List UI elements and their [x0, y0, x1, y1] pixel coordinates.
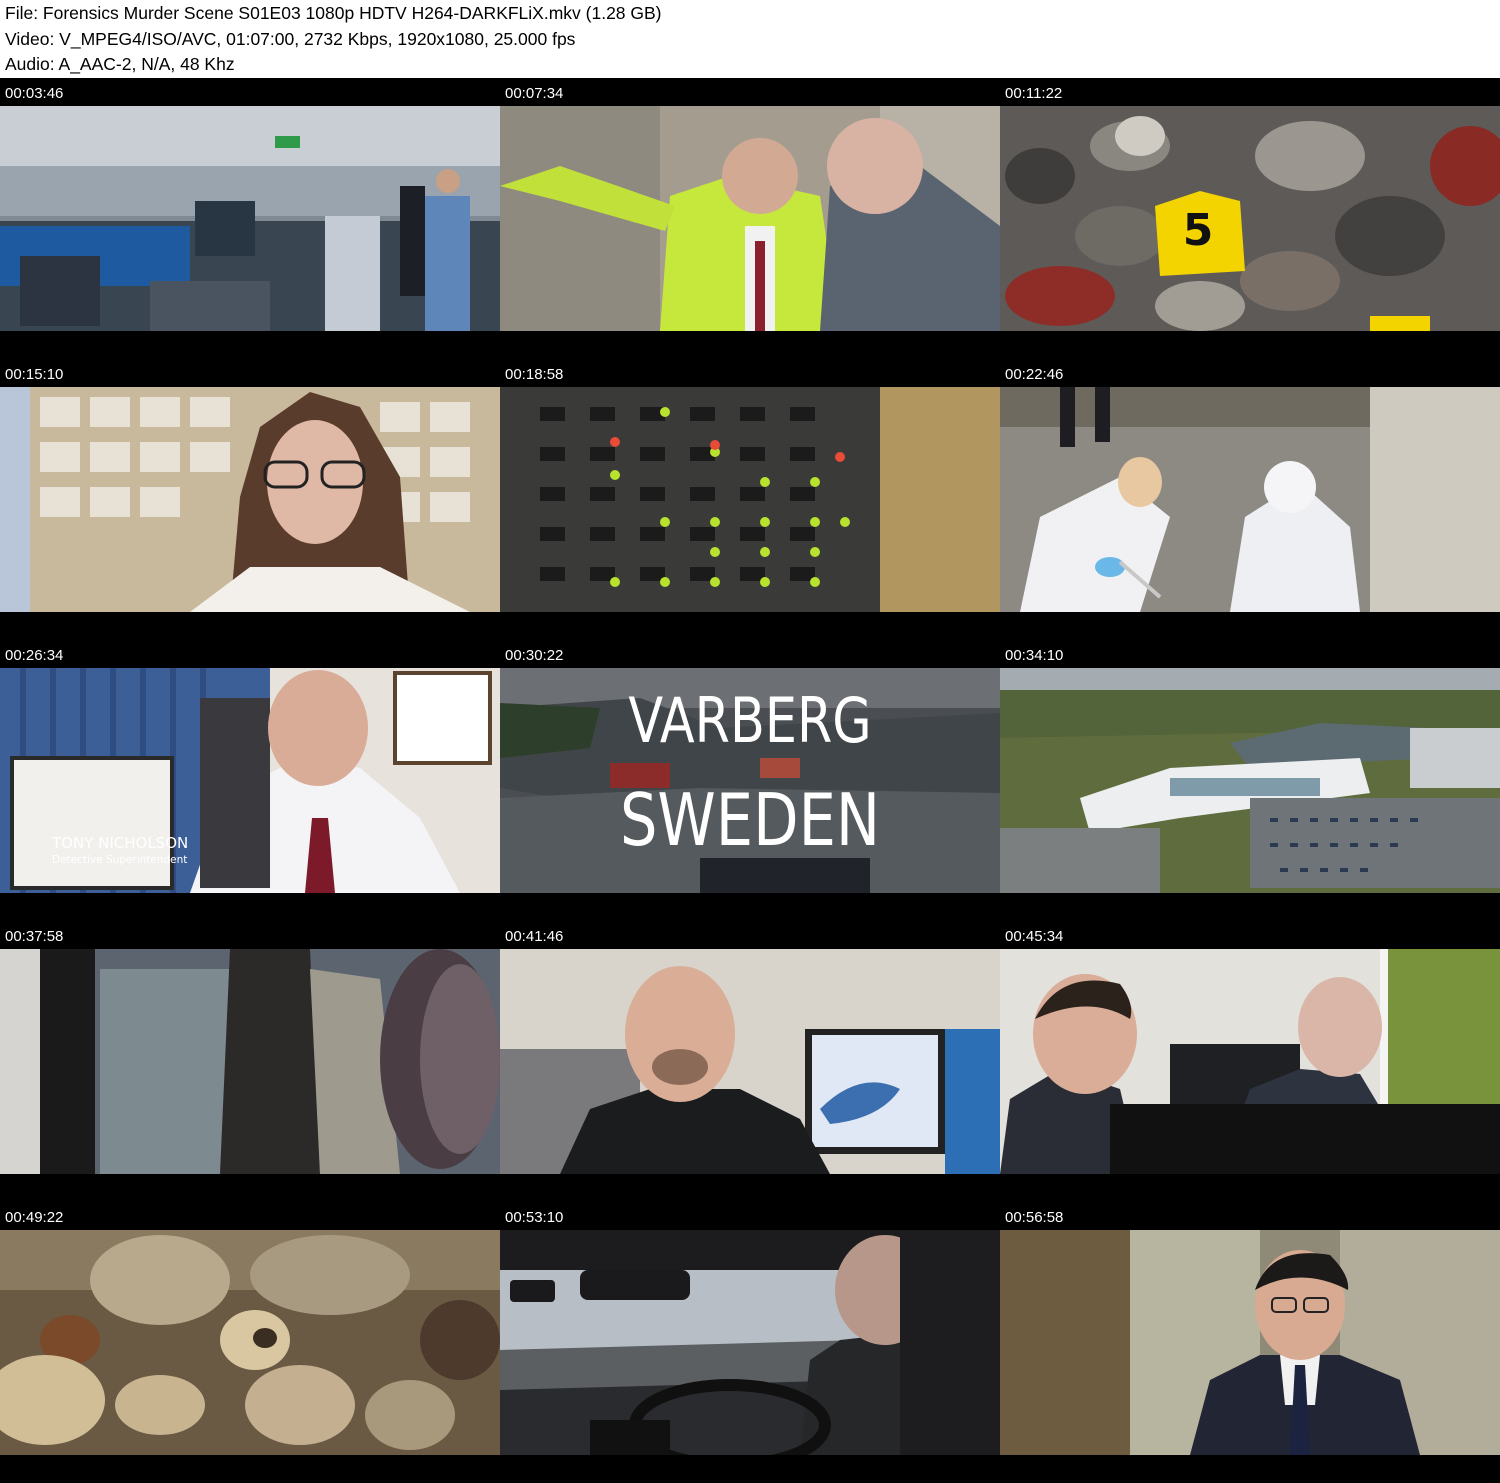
- thumbnail-grid: 00:03:46 00:07:34 00:11:22 5 00:15:10 00…: [0, 78, 1500, 1483]
- thumbnail-cell: 00:49:22: [0, 1202, 500, 1483]
- file-info-header: File: Forensics Murder Scene S01E03 1080…: [0, 0, 1500, 78]
- thumbnail-cell: 00:22:46: [1000, 359, 1500, 640]
- thumbnail-timestamp: 00:56:58: [1005, 1209, 1064, 1226]
- video-frame-monitor-chute: [0, 949, 500, 1174]
- thumbnail-timestamp: 00:30:22: [505, 647, 564, 664]
- thumbnail-timestamp: 00:53:10: [505, 1209, 564, 1226]
- thumbnail-cell: 00:37:58: [0, 921, 500, 1202]
- thumbnail-cell: 00:15:10: [0, 359, 500, 640]
- thumbnail-cell: 00:26:34 TONY NICHOLSON Detective Superi…: [0, 640, 500, 921]
- video-frame-server-lights: [500, 387, 1000, 612]
- thumbnail-timestamp: 00:03:46: [5, 85, 64, 102]
- lower-third-role: Detective Superintendent: [52, 854, 188, 866]
- thumbnail-cell: 00:56:58: [1000, 1202, 1500, 1483]
- thumbnail-timestamp: 00:11:22: [1005, 85, 1063, 102]
- location-title-city: VARBERG: [628, 684, 872, 757]
- video-frame-aerial-building: [1000, 668, 1500, 893]
- video-info-line: Video: V_MPEG4/ISO/AVC, 01:07:00, 2732 K…: [5, 29, 576, 49]
- thumbnail-cell: 00:45:34: [1000, 921, 1500, 1202]
- evidence-marker-number: 5: [1182, 205, 1214, 256]
- location-title-country: SWEDEN: [619, 778, 881, 862]
- video-frame-control-room-officer: [500, 949, 1000, 1174]
- thumbnail-cell: 00:53:10: [500, 1202, 1000, 1483]
- thumbnail-timestamp: 00:15:10: [5, 366, 64, 383]
- thumbnail-cell: 00:03:46: [0, 78, 500, 359]
- video-frame-man-suit-interview: [1000, 1230, 1500, 1455]
- thumbnail-timestamp: 00:41:46: [505, 928, 564, 945]
- lower-third-name: TONY NICHOLSON: [52, 834, 189, 852]
- thumbnail-timestamp: 00:45:34: [1005, 928, 1064, 945]
- thumbnail-timestamp: 00:26:34: [5, 647, 64, 664]
- video-frame-woman-interview: [0, 387, 500, 612]
- video-frame-detective-interview: TONY NICHOLSON Detective Superintendent: [0, 668, 500, 893]
- file-info-line: File: Forensics Murder Scene S01E03 1080…: [5, 3, 662, 23]
- video-frame-bone-fragments: [0, 1230, 500, 1455]
- video-frame-man-driving: [500, 1230, 1000, 1455]
- video-frame-office: [0, 106, 500, 331]
- video-frame-evidence-rubble: 5: [1000, 106, 1500, 331]
- thumbnail-cell: 00:11:22 5: [1000, 78, 1500, 359]
- video-frame-forensic-team: [1000, 387, 1500, 612]
- thumbnail-timestamp: 00:18:58: [505, 366, 564, 383]
- thumbnail-timestamp: 00:34:10: [1005, 647, 1064, 664]
- thumbnail-cell: 00:34:10: [1000, 640, 1500, 921]
- thumbnail-timestamp: 00:37:58: [5, 928, 64, 945]
- thumbnail-cell: 00:30:22 VARBERG SWEDEN: [500, 640, 1000, 921]
- video-frame-aerial-harbour: VARBERG SWEDEN: [500, 668, 1000, 893]
- thumbnail-timestamp: 00:49:22: [5, 1209, 64, 1226]
- video-frame-two-men-monitor: [1000, 949, 1500, 1174]
- thumbnail-cell: 00:41:46: [500, 921, 1000, 1202]
- video-frame-officer-pointing: [500, 106, 1000, 331]
- thumbnail-cell: 00:07:34: [500, 78, 1000, 359]
- thumbnail-timestamp: 00:22:46: [1005, 366, 1064, 383]
- thumbnail-timestamp: 00:07:34: [505, 85, 564, 102]
- thumbnail-cell: 00:18:58: [500, 359, 1000, 640]
- audio-info-line: Audio: A_AAC-2, N/A, 48 Khz: [5, 54, 235, 74]
